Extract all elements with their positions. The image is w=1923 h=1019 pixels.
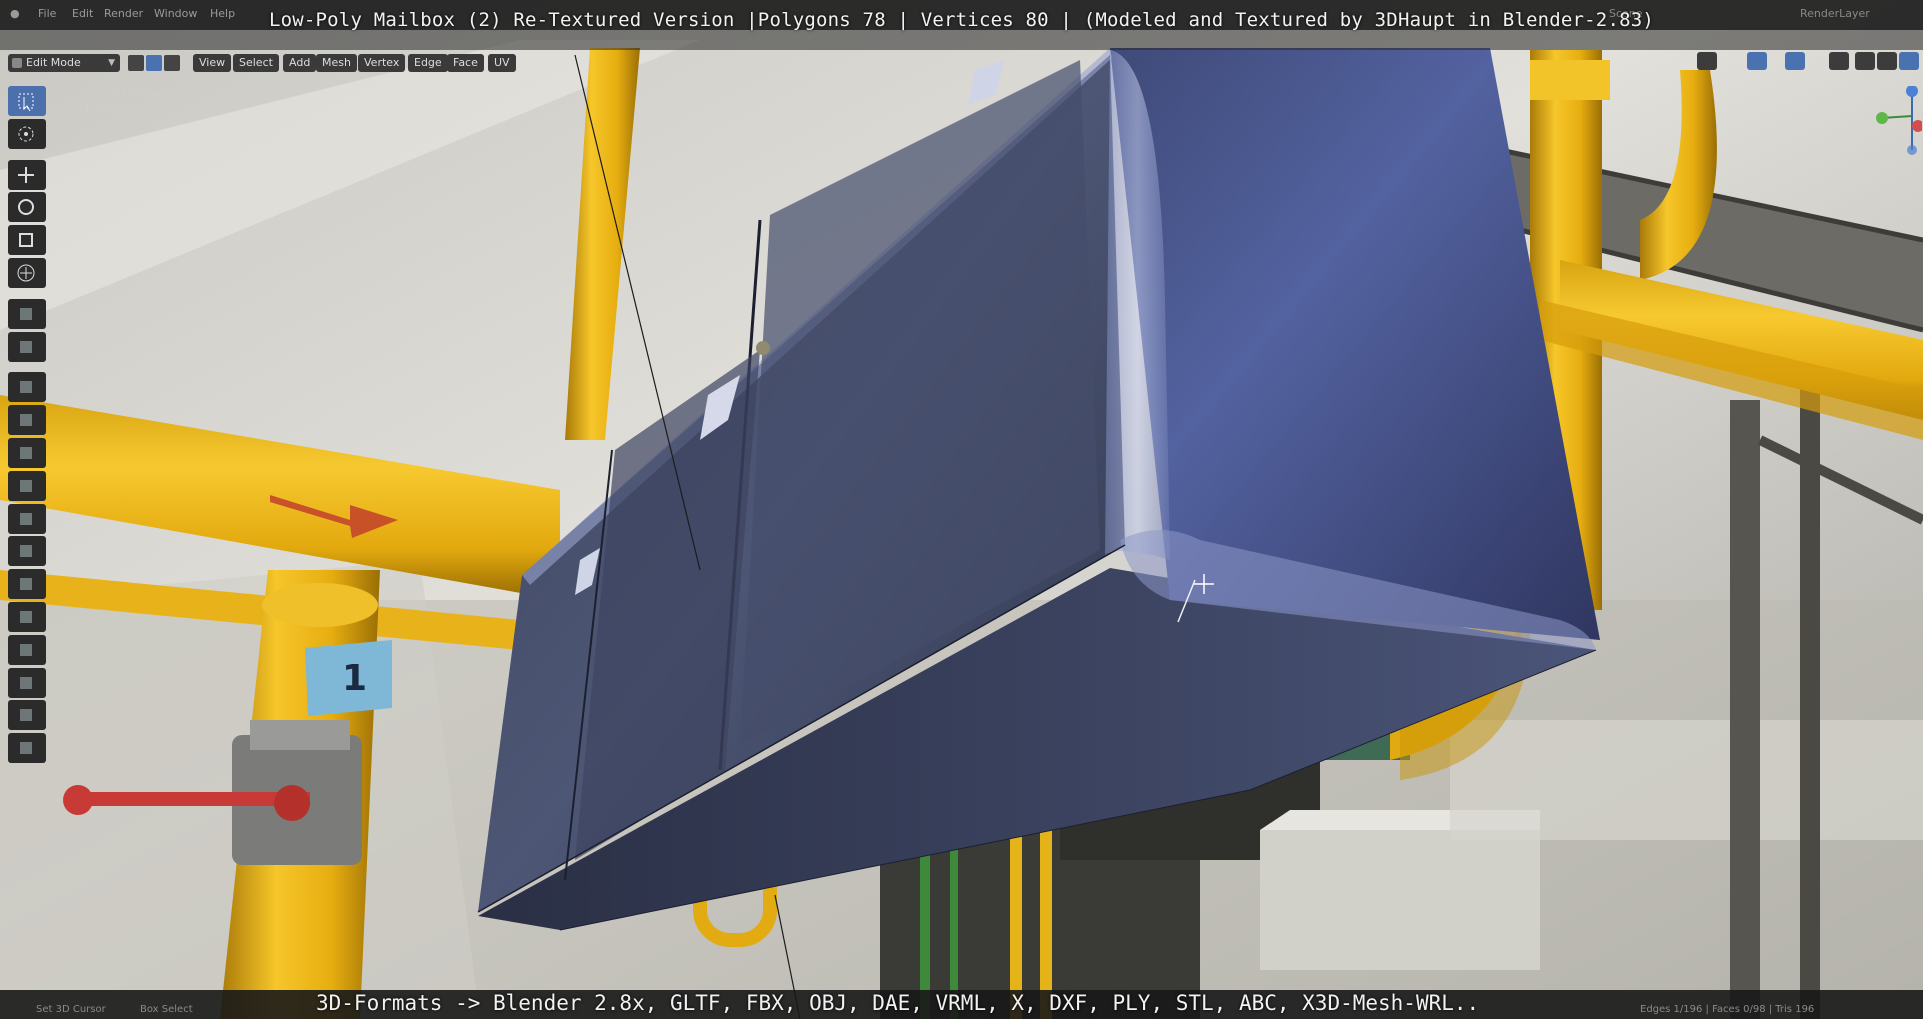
tool-annotate[interactable]: [8, 298, 46, 329]
tool-shrink-fatten[interactable]: [8, 667, 46, 698]
gizmo-toggle-icon[interactable]: [1747, 52, 1767, 70]
overlay-title-caption: Low-Poly Mailbox (2) Re-Textured Version…: [268, 9, 1655, 31]
svg-text:1: 1: [342, 658, 367, 699]
edit-mode-icon: [12, 58, 22, 68]
header-menu-vertex[interactable]: Vertex: [358, 54, 406, 72]
neg-z-axis-icon[interactable]: [1907, 145, 1917, 155]
tool-shear[interactable]: [8, 700, 46, 731]
xray-toggle-icon[interactable]: [1829, 52, 1849, 70]
visibility-icon[interactable]: [1697, 52, 1717, 70]
smooth-icon: [20, 611, 32, 623]
viewport-info-text: User Perspective (1) Mailbox_3: [80, 86, 164, 116]
select-box-icon: [18, 93, 34, 111]
chevron-down-icon: ▼: [108, 58, 115, 68]
x-axis-icon[interactable]: [1912, 120, 1922, 132]
tool-rip-region[interactable]: [8, 733, 46, 764]
tool-poly-build[interactable]: [8, 536, 46, 567]
tool-scale[interactable]: [8, 225, 46, 256]
solid-shading-icon[interactable]: [1877, 52, 1897, 70]
formats-caption: 3D-Formats -> Blender 2.8x, GLTF, FBX, O…: [316, 991, 1480, 1015]
wireframe-shading-icon[interactable]: [1855, 52, 1875, 70]
header-menu-edge[interactable]: Edge: [408, 54, 448, 72]
vertex-select-mode-button[interactable]: [128, 55, 144, 71]
tool-move[interactable]: [8, 159, 46, 190]
tool-knife[interactable]: [8, 503, 46, 534]
rip-region-icon: [20, 742, 32, 755]
tool-extrude-region[interactable]: [8, 372, 46, 403]
tool-rotate[interactable]: [8, 192, 46, 223]
face-select-mode-button[interactable]: [164, 55, 180, 71]
status-set-cursor-hint: Set 3D Cursor: [36, 1004, 106, 1015]
spin-icon: [20, 578, 32, 591]
poly-build-icon: [20, 545, 32, 558]
material-shading-icon[interactable]: [1899, 52, 1919, 70]
tool-measure[interactable]: [8, 331, 46, 362]
overlay-toggle-icon[interactable]: [1785, 52, 1805, 70]
cursor-icon: [18, 126, 34, 142]
header-menu-face[interactable]: Face: [447, 54, 484, 72]
tool-edge-slide[interactable]: [8, 634, 46, 665]
edge-slide-icon: [20, 643, 32, 656]
z-axis-icon[interactable]: [1906, 86, 1918, 97]
loop-cut-icon: [20, 479, 32, 492]
mouse-crosshair-icon: [1194, 574, 1214, 594]
y-axis-icon[interactable]: [1876, 112, 1888, 124]
move-icon: [18, 166, 34, 183]
rotate-icon: [18, 199, 34, 216]
tool-cursor[interactable]: [8, 118, 46, 149]
header-menu-view[interactable]: View: [193, 54, 232, 72]
active-object-label: (1) Mailbox_3: [80, 103, 148, 114]
viewport-scene: 1: [0, 0, 1923, 1019]
mode-label: Edit Mode: [26, 56, 81, 69]
bevel-icon: [20, 447, 32, 459]
scale-icon: [19, 233, 33, 248]
status-mesh-stats: Edges 1/196 | Faces 0/98 | Tris 196: [1640, 1004, 1815, 1015]
annotate-icon: [20, 307, 32, 320]
tool-select-box[interactable]: [8, 86, 46, 116]
header-menu-mesh[interactable]: Mesh: [316, 54, 357, 72]
status-box-select-hint: Box Select: [140, 1004, 193, 1015]
header-menu-uv[interactable]: UV: [488, 54, 516, 72]
navigation-gizmo[interactable]: [1872, 86, 1922, 166]
3d-viewport[interactable]: 1 ● File Edit Render Window Help Scene R…: [0, 0, 1923, 1019]
edge-select-mode-button[interactable]: [146, 55, 162, 71]
knife-icon: [20, 512, 32, 525]
tool-transform[interactable]: [8, 258, 46, 288]
shrink-fatten-icon: [20, 676, 32, 689]
tool-spin[interactable]: [8, 569, 46, 600]
tool-inset-faces[interactable]: [8, 405, 46, 436]
tool-loop-cut[interactable]: [8, 470, 46, 501]
perspective-label: User Perspective: [80, 88, 164, 99]
measure-icon: [20, 340, 32, 353]
extrude-region-icon: [20, 381, 32, 394]
tool-smooth[interactable]: [8, 602, 46, 632]
header-menu-select[interactable]: Select: [233, 54, 279, 72]
transform-icon: [17, 264, 35, 282]
viewport-header: [0, 30, 1923, 50]
tool-shelf: [8, 86, 46, 772]
tool-bevel[interactable]: [8, 438, 46, 468]
inset-faces-icon: [20, 414, 32, 427]
header-menu-add[interactable]: Add: [283, 54, 317, 72]
mode-dropdown[interactable]: Edit Mode ▼: [8, 54, 120, 72]
shear-icon: [20, 709, 32, 722]
